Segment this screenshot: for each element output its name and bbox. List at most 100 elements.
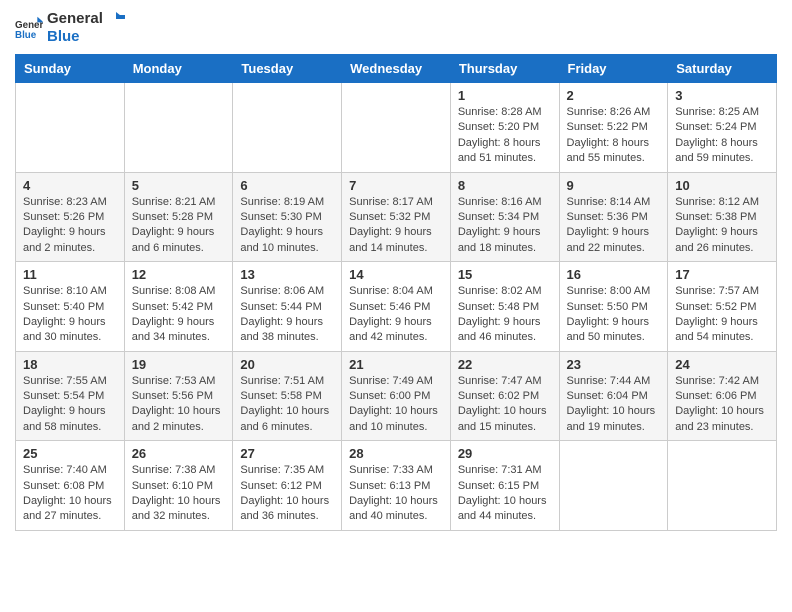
calendar-cell: 15 Sunrise: 8:02 AM Sunset: 5:48 PM Dayli… — [450, 262, 559, 352]
header-row: SundayMondayTuesdayWednesdayThursdayFrid… — [16, 55, 777, 83]
day-info: Sunrise: 7:38 AM Sunset: 6:10 PM Dayligh… — [132, 463, 226, 525]
calendar-week-row: 4Sunrise: 8:23 AM Sunset: 5:26 PM Daylig… — [16, 172, 777, 262]
calendar-table: SundayMondayTuesdayWednesdayThursdayFrid… — [15, 54, 777, 531]
calendar-cell: 3 Sunrise: 8:25 AM Sunset: 5:24 PM Daylig… — [668, 83, 777, 173]
calendar-cell: 7 Sunrise: 8:17 AM Sunset: 5:32 PM Daylig… — [342, 172, 451, 262]
day-number: 15 — [458, 267, 552, 282]
day-info: Sunrise: 7:31 AM Sunset: 6:15 PM Dayligh… — [458, 463, 552, 525]
logo: General Blue General Blue — [15, 10, 125, 46]
calendar-cell: 23 Sunrise: 7:44 AM Sunset: 6:04 PM Dayli… — [559, 351, 668, 441]
logo-blue: Blue — [47, 28, 125, 46]
calendar-cell: 17 Sunrise: 7:57 AM Sunset: 5:52 PM Dayli… — [668, 262, 777, 352]
day-number: 14 — [349, 267, 443, 282]
calendar-cell: 10 Sunrise: 8:12 AM Sunset: 5:38 PM Dayli… — [668, 172, 777, 262]
calendar-cell: 24Sunrise: 7:42 AM Sunset: 6:06 PM Dayli… — [668, 351, 777, 441]
day-number: 26 — [132, 446, 226, 461]
day-number: 22 — [458, 357, 552, 372]
header-day: Tuesday — [233, 55, 342, 83]
day-number: 12 — [132, 267, 226, 282]
day-number: 24 — [675, 357, 769, 372]
day-number: 3 — [675, 88, 769, 103]
day-info: Sunrise: 8:00 AM Sunset: 5:50 PM Dayligh… — [567, 284, 661, 346]
day-number: 1 — [458, 88, 552, 103]
calendar-cell: 8Sunrise: 8:16 AM Sunset: 5:34 PM Daylig… — [450, 172, 559, 262]
day-number: 21 — [349, 357, 443, 372]
calendar-cell — [559, 441, 668, 531]
day-info: Sunrise: 7:49 AM Sunset: 6:00 PM Dayligh… — [349, 374, 443, 436]
day-number: 5 — [132, 178, 226, 193]
day-info: Sunrise: 7:44 AM Sunset: 6:04 PM Dayligh… — [567, 374, 661, 436]
day-info: Sunrise: 7:53 AM Sunset: 5:56 PM Dayligh… — [132, 374, 226, 436]
header: General Blue General Blue — [15, 10, 777, 46]
svg-text:Blue: Blue — [15, 30, 37, 41]
day-info: Sunrise: 8:12 AM Sunset: 5:38 PM Dayligh… — [675, 195, 769, 257]
calendar-cell — [124, 83, 233, 173]
calendar-cell: 27 Sunrise: 7:35 AM Sunset: 6:12 PM Dayli… — [233, 441, 342, 531]
day-number: 10 — [675, 178, 769, 193]
logo-bird — [107, 12, 125, 26]
calendar-week-row: 11 Sunrise: 8:10 AM Sunset: 5:40 PM Dayli… — [16, 262, 777, 352]
day-number: 29 — [458, 446, 552, 461]
calendar-cell: 20 Sunrise: 7:51 AM Sunset: 5:58 PM Dayli… — [233, 351, 342, 441]
calendar-cell: 1Sunrise: 8:28 AM Sunset: 5:20 PM Daylig… — [450, 83, 559, 173]
day-info: Sunrise: 7:55 AM Sunset: 5:54 PM Dayligh… — [23, 374, 117, 436]
page: General Blue General Blue — [0, 0, 792, 546]
calendar-cell — [668, 441, 777, 531]
day-number: 18 — [23, 357, 117, 372]
day-number: 11 — [23, 267, 117, 282]
calendar-cell: 14Sunrise: 8:04 AM Sunset: 5:46 PM Dayli… — [342, 262, 451, 352]
day-info: Sunrise: 8:26 AM Sunset: 5:22 PM Dayligh… — [567, 105, 661, 167]
calendar-cell: 16 Sunrise: 8:00 AM Sunset: 5:50 PM Dayli… — [559, 262, 668, 352]
day-info: Sunrise: 8:06 AM Sunset: 5:44 PM Dayligh… — [240, 284, 334, 346]
calendar-cell: 19 Sunrise: 7:53 AM Sunset: 5:56 PM Dayli… — [124, 351, 233, 441]
calendar-cell: 25Sunrise: 7:40 AM Sunset: 6:08 PM Dayli… — [16, 441, 125, 531]
day-info: Sunrise: 8:23 AM Sunset: 5:26 PM Dayligh… — [23, 195, 117, 257]
calendar-cell: 13 Sunrise: 8:06 AM Sunset: 5:44 PM Dayli… — [233, 262, 342, 352]
logo-general: General — [47, 10, 125, 28]
day-info: Sunrise: 8:25 AM Sunset: 5:24 PM Dayligh… — [675, 105, 769, 167]
day-number: 13 — [240, 267, 334, 282]
day-info: Sunrise: 8:14 AM Sunset: 5:36 PM Dayligh… — [567, 195, 661, 257]
calendar-cell: 9 Sunrise: 8:14 AM Sunset: 5:36 PM Daylig… — [559, 172, 668, 262]
header-day: Friday — [559, 55, 668, 83]
day-number: 25 — [23, 446, 117, 461]
logo-icon: General Blue — [15, 14, 43, 42]
day-info: Sunrise: 7:33 AM Sunset: 6:13 PM Dayligh… — [349, 463, 443, 525]
day-number: 16 — [567, 267, 661, 282]
day-number: 17 — [675, 267, 769, 282]
header-day: Thursday — [450, 55, 559, 83]
day-info: Sunrise: 8:10 AM Sunset: 5:40 PM Dayligh… — [23, 284, 117, 346]
calendar-cell — [16, 83, 125, 173]
calendar-cell — [233, 83, 342, 173]
day-info: Sunrise: 8:21 AM Sunset: 5:28 PM Dayligh… — [132, 195, 226, 257]
calendar-cell: 6Sunrise: 8:19 AM Sunset: 5:30 PM Daylig… — [233, 172, 342, 262]
day-number: 23 — [567, 357, 661, 372]
header-day: Wednesday — [342, 55, 451, 83]
calendar-cell: 26 Sunrise: 7:38 AM Sunset: 6:10 PM Dayli… — [124, 441, 233, 531]
day-number: 2 — [567, 88, 661, 103]
calendar-cell: 4Sunrise: 8:23 AM Sunset: 5:26 PM Daylig… — [16, 172, 125, 262]
calendar-cell: 28 Sunrise: 7:33 AM Sunset: 6:13 PM Dayli… — [342, 441, 451, 531]
calendar-week-row: 25Sunrise: 7:40 AM Sunset: 6:08 PM Dayli… — [16, 441, 777, 531]
day-info: Sunrise: 7:47 AM Sunset: 6:02 PM Dayligh… — [458, 374, 552, 436]
day-info: Sunrise: 8:17 AM Sunset: 5:32 PM Dayligh… — [349, 195, 443, 257]
day-number: 19 — [132, 357, 226, 372]
calendar-cell: 22 Sunrise: 7:47 AM Sunset: 6:02 PM Dayli… — [450, 351, 559, 441]
calendar-week-row: 1Sunrise: 8:28 AM Sunset: 5:20 PM Daylig… — [16, 83, 777, 173]
day-number: 27 — [240, 446, 334, 461]
day-info: Sunrise: 8:16 AM Sunset: 5:34 PM Dayligh… — [458, 195, 552, 257]
calendar-cell: 5 Sunrise: 8:21 AM Sunset: 5:28 PM Daylig… — [124, 172, 233, 262]
day-number: 7 — [349, 178, 443, 193]
day-info: Sunrise: 7:57 AM Sunset: 5:52 PM Dayligh… — [675, 284, 769, 346]
day-number: 20 — [240, 357, 334, 372]
header-day: Sunday — [16, 55, 125, 83]
day-info: Sunrise: 7:51 AM Sunset: 5:58 PM Dayligh… — [240, 374, 334, 436]
day-number: 28 — [349, 446, 443, 461]
day-number: 9 — [567, 178, 661, 193]
calendar-week-row: 18 Sunrise: 7:55 AM Sunset: 5:54 PM Dayli… — [16, 351, 777, 441]
day-info: Sunrise: 8:02 AM Sunset: 5:48 PM Dayligh… — [458, 284, 552, 346]
calendar-cell: 29 Sunrise: 7:31 AM Sunset: 6:15 PM Dayli… — [450, 441, 559, 531]
calendar-cell: 18 Sunrise: 7:55 AM Sunset: 5:54 PM Dayli… — [16, 351, 125, 441]
day-info: Sunrise: 7:35 AM Sunset: 6:12 PM Dayligh… — [240, 463, 334, 525]
calendar-cell: 11 Sunrise: 8:10 AM Sunset: 5:40 PM Dayli… — [16, 262, 125, 352]
